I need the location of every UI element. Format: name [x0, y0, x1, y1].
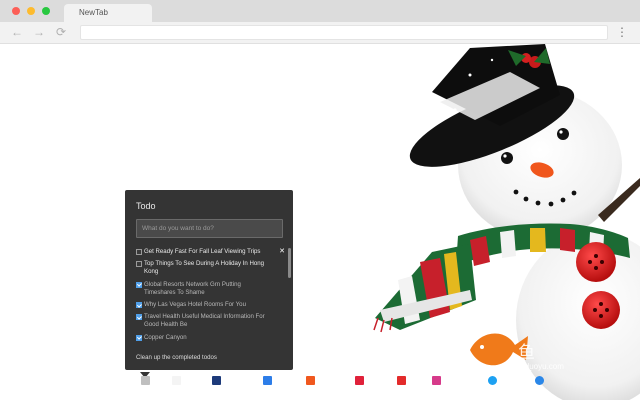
kebab-menu-icon[interactable]: ⋮	[616, 25, 628, 39]
snowman-eye-right	[557, 128, 569, 140]
zoom-window-button[interactable]	[42, 7, 50, 15]
todo-item-text: Get Ready Fast For Fall Leaf Viewing Tri…	[144, 248, 261, 255]
snowman-wallpaper	[373, 44, 640, 400]
browser-toolbar: ← → ⟳ ⋮	[0, 22, 640, 44]
tab-title: NewTab	[79, 8, 108, 17]
todo-input[interactable]	[136, 219, 283, 238]
todo-item[interactable]: Get Ready Fast For Fall Leaf Viewing Tri…	[136, 247, 285, 256]
clear-completed-button[interactable]: Clean up the completed todos	[136, 354, 217, 361]
todo-item[interactable]: Why Las Vegas Hotel Rooms For You	[136, 301, 284, 309]
forward-arrow-icon[interactable]: →	[33, 25, 45, 39]
todo-checkbox[interactable]	[136, 249, 142, 255]
address-bar[interactable]	[80, 25, 608, 40]
todo-list: Get Ready Fast For Fall Leaf Viewing Tri…	[136, 247, 285, 346]
todo-panel: Todo Get Ready Fast For Fall Leaf Viewin…	[125, 190, 293, 370]
shortcut-red-round-icon[interactable]	[397, 376, 406, 385]
todo-item[interactable]: Travel Health Useful Medical Information…	[136, 313, 284, 329]
shortcut-twitter-icon[interactable]	[488, 376, 497, 385]
delete-icon[interactable]: ✕	[279, 247, 285, 255]
snowman-eye-left	[501, 152, 513, 164]
todo-checkbox-checked[interactable]	[136, 281, 142, 288]
shortcut-ebay-icon[interactable]	[172, 376, 181, 385]
todo-item-text: Copper Canyon	[144, 333, 187, 341]
todo-item-text: Top Things To See During A Holiday In Ho…	[144, 260, 265, 276]
shortcut-blue-square-icon[interactable]	[263, 376, 272, 385]
shortcut-orange-square-icon[interactable]	[306, 376, 315, 385]
todo-item-text: Travel Health Useful Medical Information…	[144, 313, 265, 329]
minimize-window-button[interactable]	[27, 7, 35, 15]
todo-title: Todo	[136, 201, 156, 211]
close-window-button[interactable]	[12, 7, 20, 15]
snowman-button-middle	[582, 291, 620, 329]
todo-item[interactable]: Global Resorts Network Grn Putting Times…	[136, 281, 284, 297]
todo-scrollbar[interactable]	[288, 248, 291, 338]
todo-item-text: Why Las Vegas Hotel Rooms For You	[144, 301, 246, 309]
snowman-button-top	[576, 242, 616, 282]
shortcut-dots-icon[interactable]	[141, 376, 150, 385]
todo-item[interactable]: Copper Canyon	[136, 334, 284, 342]
tab-newtab[interactable]: NewTab	[64, 4, 152, 22]
tab-strip: NewTab	[0, 0, 640, 22]
todo-item[interactable]: Top Things To See During A Holiday In Ho…	[136, 260, 284, 276]
shortcut-red-square-icon[interactable]	[355, 376, 364, 385]
shortcut-booking-icon[interactable]	[212, 376, 221, 385]
back-arrow-icon[interactable]: ←	[11, 25, 23, 39]
todo-checkbox-checked[interactable]	[136, 334, 142, 341]
browser-window: NewTab ← → ⟳ ⋮ 鱼多 wduoyu.com Todo What d…	[0, 0, 640, 400]
todo-checkbox[interactable]	[136, 261, 142, 268]
todo-checkbox-checked[interactable]	[136, 302, 142, 309]
todo-scrollbar-thumb[interactable]	[288, 248, 291, 278]
shortcut-blue-circle-icon[interactable]	[535, 376, 544, 385]
todo-checkbox-checked[interactable]	[136, 314, 142, 321]
shortcut-instagram-icon[interactable]	[432, 376, 441, 385]
reload-icon[interactable]: ⟳	[56, 25, 66, 39]
watermark-en: wduoyu.com	[519, 362, 564, 371]
shortcut-dock	[0, 376, 640, 390]
todo-item-text: Global Resorts Network Grn Putting Times…	[144, 280, 241, 296]
